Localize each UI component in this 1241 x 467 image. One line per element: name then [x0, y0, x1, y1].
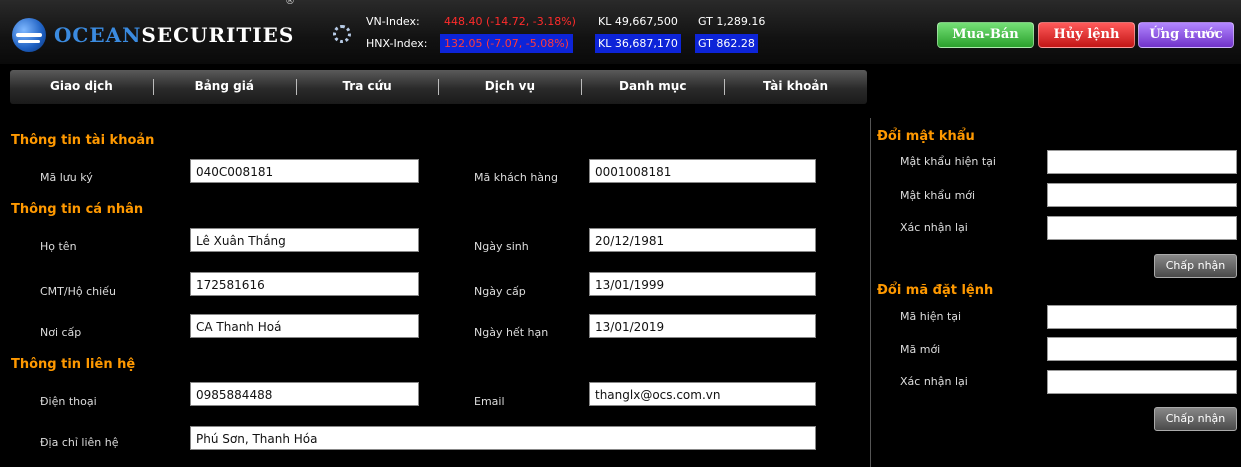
nav-price-board[interactable]: Bảng giá [152, 70, 296, 104]
cash-advance-button[interactable]: Ứng trước [1138, 22, 1234, 48]
index-turnover: GT 1,289.16 [695, 12, 768, 31]
index-row-vn: VN-Index: 448.40 (-14.72, -3.18%) KL 49,… [362, 11, 784, 33]
turnover-value: 1,289.16 [716, 15, 766, 28]
registered-mark: ® [285, 0, 295, 7]
id-number-field[interactable]: 172581616 [190, 272, 419, 296]
turnover-label: GT [698, 37, 713, 50]
issue-place-field[interactable]: CA Thanh Hoá [190, 314, 419, 338]
index-value: 448.40 (-14.72, -3.18%) [444, 15, 576, 28]
volume-label: KL [598, 15, 612, 28]
issue-place-label: Nơi cấp [40, 326, 82, 339]
current-password-input[interactable] [1047, 150, 1237, 174]
top-header: OCEANSECURITIES ® VN-Index: 448.40 (-14.… [0, 0, 1241, 64]
loading-spinner-icon [333, 25, 351, 43]
dob-label: Ngày sinh [474, 240, 529, 253]
logo-ocean: OCEAN [54, 23, 142, 47]
volume-value: 49,667,500 [614, 15, 678, 28]
logo-text: OCEANSECURITIES [54, 23, 294, 47]
main-nav: Giao dịch Bảng giá Tra cứu Dịch vụ Danh … [10, 70, 867, 104]
logo-globe-icon [12, 18, 46, 52]
confirm-password-label: Xác nhận lại [900, 221, 968, 234]
section-title-account: Thông tin tài khoản [11, 133, 155, 148]
index-row-hnx: HNX-Index: 132.05 (-7.07, -5.08%) KL 36,… [362, 33, 784, 55]
address-label: Địa chỉ liên hệ [40, 436, 119, 449]
index-value: 132.05 (-7.07, -5.08%) [440, 34, 573, 53]
order-code-submit-button[interactable]: Chấp nhận [1154, 407, 1237, 431]
index-name: VN-Index: [366, 15, 420, 28]
section-title-change-password: Đổi mật khẩu [877, 129, 975, 144]
nav-trading[interactable]: Giao dịch [10, 70, 153, 104]
cancel-order-button[interactable]: Hủy lệnh [1038, 22, 1135, 48]
address-field[interactable]: Phú Sơn, Thanh Hóa [190, 426, 816, 450]
email-field[interactable]: thanglx@ocs.com.vn [589, 382, 816, 406]
phone-field[interactable]: 0985884488 [190, 382, 419, 406]
brand-logo: OCEANSECURITIES [12, 18, 294, 52]
nav-portfolio[interactable]: Danh mục [581, 70, 724, 104]
section-title-change-order-code: Đổi mã đặt lệnh [877, 283, 994, 298]
full-name-field[interactable]: Lê Xuân Thắng [190, 228, 419, 252]
current-code-label: Mã hiện tại [900, 310, 962, 323]
index-volume: KL 36,687,170 [595, 34, 681, 53]
custody-field[interactable]: 040C008181 [190, 159, 419, 183]
nav-account[interactable]: Tài khoản [724, 70, 867, 104]
section-title-personal: Thông tin cá nhân [11, 202, 144, 217]
issue-date-field[interactable]: 13/01/1999 [589, 272, 816, 296]
volume-value: 36,687,170 [614, 37, 678, 50]
email-label: Email [474, 395, 505, 408]
customer-code-label: Mã khách hàng [474, 171, 558, 184]
turnover-label: GT [698, 15, 713, 28]
new-password-label: Mật khẩu mới [900, 189, 976, 202]
dob-field[interactable]: 20/12/1981 [589, 228, 816, 252]
full-name-label: Họ tên [40, 240, 77, 253]
expiry-date-label: Ngày hết hạn [474, 326, 549, 339]
new-code-label: Mã mới [900, 343, 941, 356]
customer-code-field[interactable]: 0001008181 [589, 159, 816, 183]
trade-button[interactable]: Mua-Bán [937, 22, 1034, 48]
new-code-input[interactable] [1047, 337, 1237, 361]
section-title-contact: Thông tin liên hệ [11, 357, 136, 372]
turnover-value: 862.28 [716, 37, 755, 50]
index-name: HNX-Index: [366, 37, 428, 50]
password-submit-button[interactable]: Chấp nhận [1154, 254, 1237, 278]
current-password-label: Mật khẩu hiện tại [900, 155, 996, 168]
market-index-ticker: VN-Index: 448.40 (-14.72, -3.18%) KL 49,… [362, 11, 784, 55]
phone-label: Điện thoại [40, 395, 97, 408]
confirm-code-input[interactable] [1047, 370, 1237, 394]
panel-divider [870, 118, 871, 467]
confirm-password-input[interactable] [1047, 216, 1237, 240]
index-volume: KL 49,667,500 [595, 12, 681, 31]
expiry-date-field[interactable]: 13/01/2019 [589, 314, 816, 338]
index-turnover: GT 862.28 [695, 34, 758, 53]
volume-label: KL [598, 37, 612, 50]
id-number-label: CMT/Hộ chiếu [40, 285, 116, 298]
nav-services[interactable]: Dịch vụ [438, 70, 581, 104]
confirm-code-label: Xác nhận lại [900, 375, 968, 388]
custody-label: Mã lưu ký [40, 171, 93, 184]
current-code-input[interactable] [1047, 305, 1237, 329]
new-password-input[interactable] [1047, 183, 1237, 207]
nav-lookup[interactable]: Tra cứu [295, 70, 439, 104]
logo-securities: SECURITIES [141, 23, 295, 47]
issue-date-label: Ngày cấp [474, 285, 526, 298]
